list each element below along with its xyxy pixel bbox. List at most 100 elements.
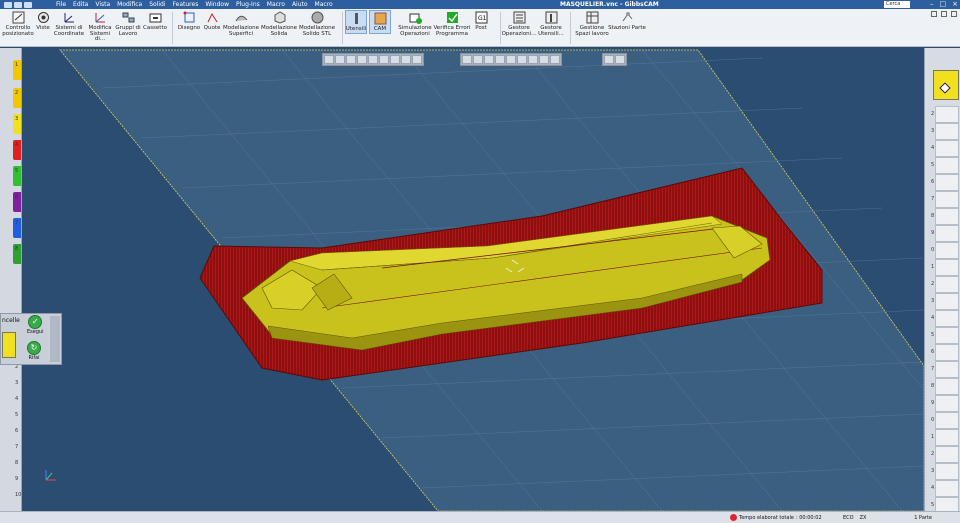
render-toolpath-icon[interactable] bbox=[484, 55, 494, 64]
operations-manager-button[interactable]: Gestore Operazioni... bbox=[502, 10, 536, 37]
modify-coordinate-systems-button[interactable]: Modifica Sistemi di... bbox=[84, 10, 116, 43]
stop-icon[interactable] bbox=[730, 514, 737, 521]
tab-number: 8 bbox=[15, 246, 19, 252]
measure-icon[interactable] bbox=[604, 55, 614, 64]
right-tab-row[interactable] bbox=[935, 327, 959, 344]
tools-manager-button[interactable]: Gestore Utensili... bbox=[536, 10, 566, 37]
rotate-view-icon[interactable] bbox=[357, 55, 367, 64]
tab-number: 5 bbox=[15, 168, 19, 174]
render-stock-icon[interactable] bbox=[473, 55, 483, 64]
right-tab-row[interactable] bbox=[935, 225, 959, 242]
render-solids-icon[interactable] bbox=[462, 55, 472, 64]
maximize-icon[interactable]: □ bbox=[940, 0, 947, 8]
grid-toggle-icon[interactable] bbox=[401, 55, 411, 64]
menu-macro-2[interactable]: Macro bbox=[315, 1, 333, 8]
coordinate-systems-button[interactable]: Sistemi di Coordinate bbox=[52, 10, 86, 37]
right-tab-row[interactable] bbox=[935, 361, 959, 378]
right-tab-row[interactable] bbox=[935, 446, 959, 463]
pan-view-icon[interactable] bbox=[379, 55, 389, 64]
right-tab-number: 9 bbox=[931, 400, 935, 406]
ribbon-restore-icon[interactable] bbox=[941, 11, 947, 17]
fit-view-icon[interactable] bbox=[390, 55, 400, 64]
right-tab-row[interactable] bbox=[935, 293, 959, 310]
right-tab-row[interactable] bbox=[935, 208, 959, 225]
menu-features[interactable]: Features bbox=[173, 1, 199, 8]
right-tab-row[interactable] bbox=[935, 174, 959, 191]
part-stations-icon bbox=[620, 10, 635, 25]
menu-help[interactable]: Aiuto bbox=[292, 1, 308, 8]
search-input[interactable]: Cerca bbox=[884, 1, 910, 8]
surface-modeling-button[interactable]: Modellazione Superfici bbox=[222, 10, 260, 37]
right-tab-row[interactable] bbox=[935, 429, 959, 446]
verify-program-errors-button[interactable]: Verifica Errori Programma bbox=[433, 10, 471, 37]
menu-macro[interactable]: Macro bbox=[267, 1, 285, 8]
stl-modeling-button[interactable]: Modellazione Solido STL bbox=[298, 10, 336, 37]
part-stations-button[interactable]: Stazioni Parte bbox=[608, 10, 646, 32]
save-icon[interactable] bbox=[4, 1, 12, 8]
undo-icon[interactable] bbox=[14, 1, 22, 8]
menu-plugins[interactable]: Plug-Ins bbox=[236, 1, 260, 8]
yellow-tile-icon[interactable] bbox=[2, 332, 16, 358]
right-tab-row[interactable] bbox=[935, 310, 959, 327]
minimize-icon[interactable]: – bbox=[930, 0, 934, 8]
section-view-icon[interactable] bbox=[412, 55, 422, 64]
help-icon[interactable] bbox=[615, 55, 625, 64]
post-button[interactable]: G1 Post bbox=[471, 10, 491, 32]
right-tab-row[interactable] bbox=[935, 378, 959, 395]
right-tab-row[interactable] bbox=[935, 395, 959, 412]
menu-solids[interactable]: Solidi bbox=[149, 1, 165, 8]
ribbon-close-icon[interactable] bbox=[951, 11, 957, 17]
render-more-icon[interactable] bbox=[550, 55, 560, 64]
right-tab-row[interactable] bbox=[935, 106, 959, 123]
redo-button[interactable]: ↻ Rifai bbox=[27, 341, 41, 361]
close-icon[interactable]: × bbox=[952, 0, 958, 8]
zoom-view-icon[interactable] bbox=[368, 55, 378, 64]
render-fixture-icon[interactable] bbox=[495, 55, 505, 64]
drawer-button[interactable]: Cassetto bbox=[142, 10, 168, 32]
workspace-management-button[interactable]: Gestione Spazi lavoro bbox=[574, 10, 610, 37]
right-tab-number: 6 bbox=[931, 179, 935, 185]
ribbon-minimize-icon[interactable] bbox=[931, 11, 937, 17]
right-tab-row[interactable] bbox=[935, 259, 959, 276]
views-button[interactable]: Viste bbox=[36, 10, 50, 32]
menu-modify[interactable]: Modifica bbox=[117, 1, 142, 8]
ribbon-separator bbox=[342, 12, 343, 44]
drawing-button[interactable]: Disegno bbox=[176, 10, 202, 32]
menu-bar: File Edita Vista Modifica Solidi Feature… bbox=[56, 1, 333, 8]
right-tab-row[interactable] bbox=[935, 140, 959, 157]
wireframe-view-icon[interactable] bbox=[335, 55, 345, 64]
right-tab-row[interactable] bbox=[935, 480, 959, 497]
redo-icon[interactable] bbox=[24, 1, 32, 8]
right-tab-row[interactable] bbox=[935, 412, 959, 429]
right-tab-row[interactable] bbox=[935, 463, 959, 480]
render-tool-icon[interactable] bbox=[506, 55, 516, 64]
right-tab-row[interactable] bbox=[935, 123, 959, 140]
hidden-lines-icon[interactable] bbox=[346, 55, 356, 64]
render-color-icon[interactable] bbox=[517, 55, 527, 64]
shaded-view-icon[interactable] bbox=[324, 55, 334, 64]
right-tab-row[interactable] bbox=[935, 191, 959, 208]
dimensions-button[interactable]: Quote bbox=[202, 10, 222, 32]
menu-file[interactable]: File bbox=[56, 1, 66, 8]
solid-modeling-button[interactable]: Modellazione Solida bbox=[260, 10, 298, 37]
right-tab-row[interactable] bbox=[935, 242, 959, 259]
cam-scene[interactable] bbox=[22, 48, 924, 511]
process-panel: ncelle ✓ Esegui ↻ Rifai bbox=[0, 313, 62, 365]
menu-window[interactable]: Window bbox=[205, 1, 229, 8]
quick-access-toolbar[interactable] bbox=[4, 1, 32, 8]
right-tab-row[interactable] bbox=[935, 276, 959, 293]
menu-view[interactable]: Vista bbox=[95, 1, 110, 8]
render-transparency-icon[interactable] bbox=[539, 55, 549, 64]
tool-side-icon[interactable] bbox=[50, 316, 60, 362]
3d-viewport[interactable] bbox=[22, 48, 924, 511]
right-tab-row[interactable] bbox=[935, 157, 959, 174]
work-groups-button[interactable]: Gruppi di Lavoro bbox=[114, 10, 142, 37]
menu-edit[interactable]: Edita bbox=[73, 1, 88, 8]
run-button[interactable]: ✓ Esegui bbox=[27, 315, 44, 335]
render-lights-icon[interactable] bbox=[528, 55, 538, 64]
right-tab-row[interactable] bbox=[935, 344, 959, 361]
operations-simulation-button[interactable]: Simulazione Operazioni bbox=[397, 10, 433, 37]
cam-button[interactable]: CAM bbox=[369, 10, 391, 34]
position-control-button[interactable]: Controllo posizionato bbox=[1, 10, 35, 37]
tools-button[interactable]: Utensili bbox=[345, 10, 367, 34]
